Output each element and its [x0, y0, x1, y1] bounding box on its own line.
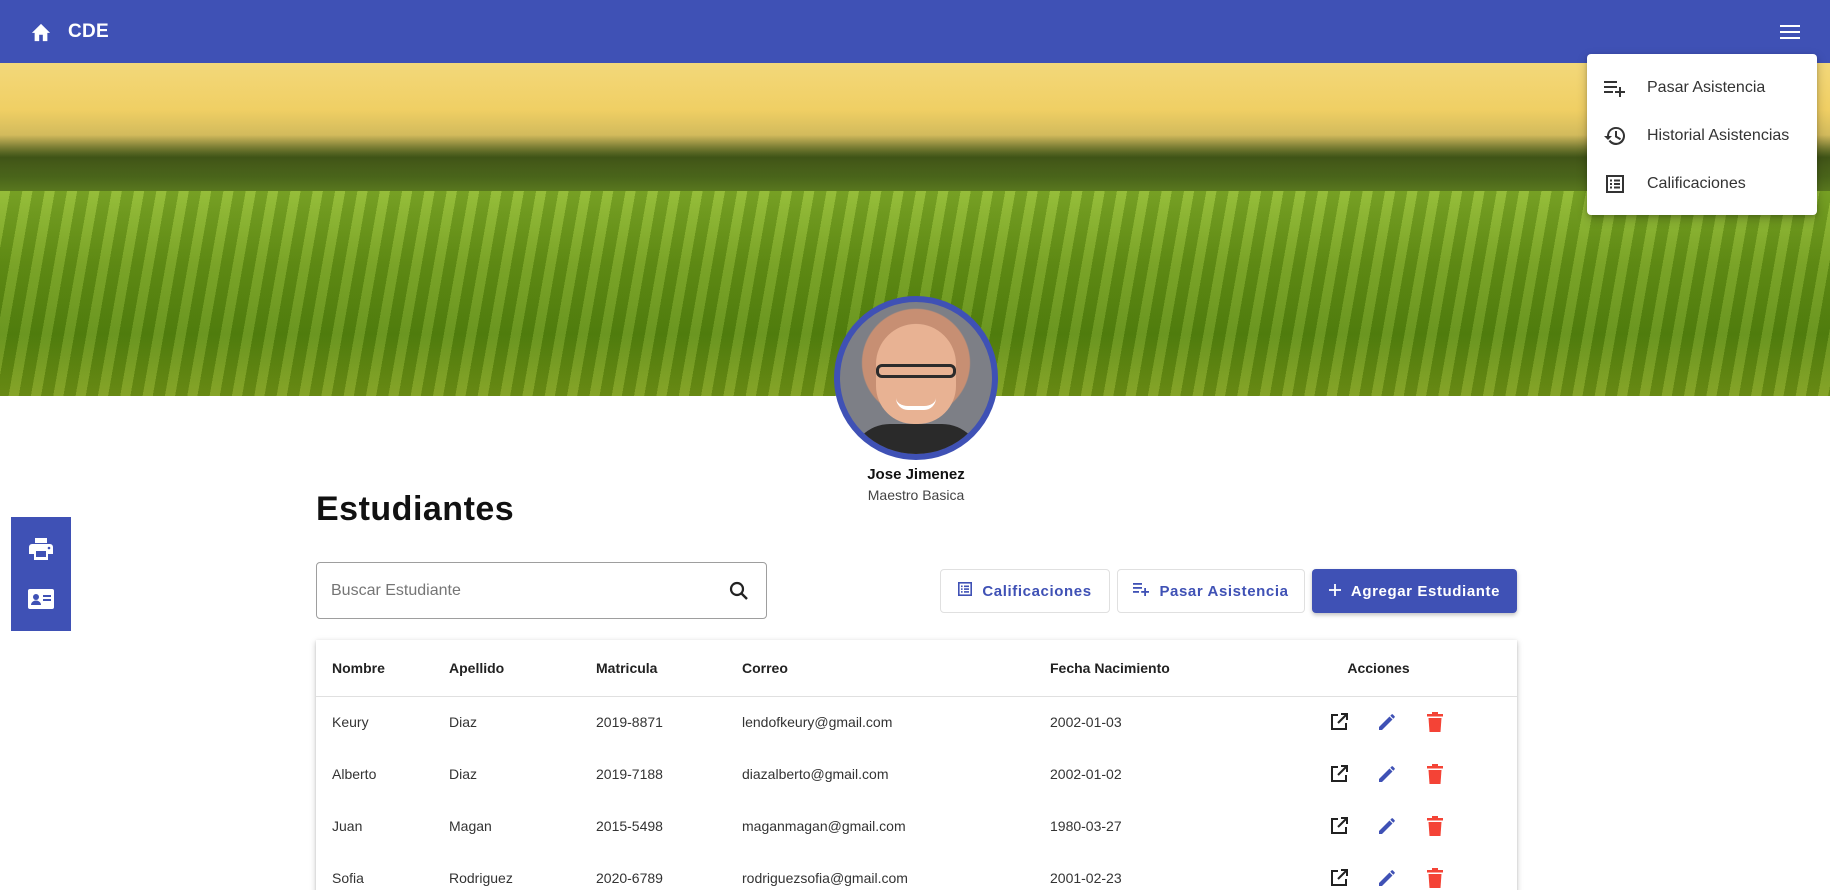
add-icon	[1328, 583, 1341, 600]
cell-nombre: Juan	[332, 818, 363, 834]
cell-correo: lendofkeury@gmail.com	[742, 714, 893, 731]
calificaciones-button[interactable]: Calificaciones	[940, 569, 1110, 613]
table-row: Keury Diaz 2019-8871 lendofkeury@gmail.c…	[316, 696, 1517, 748]
menu-icon[interactable]	[1776, 18, 1804, 46]
cell-matricula: 2019-7188	[596, 766, 663, 782]
column-header-acciones: Acciones	[1240, 640, 1517, 697]
table-header-row: Nombre Apellido Matricula Correo Fecha N…	[316, 640, 1517, 697]
history-icon	[1603, 124, 1627, 148]
open-in-new-icon[interactable]	[1325, 760, 1353, 788]
list-alt-icon	[958, 582, 973, 600]
delete-icon[interactable]	[1421, 812, 1449, 840]
menu-item-historial-asistencias[interactable]: Historial Asistencias	[1587, 112, 1817, 160]
students-table: Nombre Apellido Matricula Correo Fecha N…	[316, 640, 1517, 890]
column-header-matricula[interactable]: Matricula	[596, 640, 742, 697]
edit-icon[interactable]	[1373, 812, 1401, 840]
cell-apellido: Diaz	[449, 766, 478, 782]
menu-item-label: Pasar Asistencia	[1647, 79, 1766, 96]
cell-correo: maganmagan@gmail.com	[742, 818, 906, 834]
nav-dropdown-menu: Pasar Asistencia Historial Asistencias C…	[1587, 54, 1817, 215]
agregar-estudiante-button-label: Agregar Estudiante	[1350, 582, 1501, 600]
cell-apellido: Magan	[449, 818, 492, 834]
open-in-new-icon[interactable]	[1325, 708, 1353, 736]
search-input[interactable]	[331, 581, 726, 600]
column-header-correo[interactable]: Correo	[742, 640, 1050, 697]
cell-matricula: 2020-6789	[596, 870, 663, 886]
agregar-estudiante-button[interactable]: Agregar Estudiante	[1312, 569, 1517, 613]
list-alt-icon	[1603, 172, 1627, 196]
delete-icon[interactable]	[1421, 864, 1449, 890]
app-title[interactable]: CDE	[68, 21, 109, 43]
cell-apellido: Rodriguez	[449, 870, 513, 886]
cell-nombre: Alberto	[332, 766, 377, 782]
cell-acciones	[1240, 696, 1517, 748]
column-header-fecha-nacimiento[interactable]: Fecha Nacimiento	[1050, 640, 1240, 697]
edit-icon[interactable]	[1373, 760, 1401, 788]
cell-correo: rodriguezsofia@gmail.com	[742, 870, 908, 886]
edit-icon[interactable]	[1373, 864, 1401, 890]
profile-role: Maestro Basica	[867, 487, 965, 503]
column-header-apellido[interactable]: Apellido	[449, 640, 596, 697]
playlist-add-icon	[1133, 582, 1150, 600]
print-icon[interactable]	[23, 531, 59, 567]
hero-treeline	[0, 135, 1830, 191]
menu-item-pasar-asistencia[interactable]: Pasar Asistencia	[1587, 64, 1817, 112]
pasar-asistencia-button-label: Pasar Asistencia	[1159, 582, 1289, 600]
cell-fecha-nacimiento: 2002-01-02	[1050, 766, 1122, 782]
calificaciones-button-label: Calificaciones	[982, 582, 1092, 600]
avatar	[834, 296, 998, 460]
open-in-new-icon[interactable]	[1325, 812, 1353, 840]
playlist-add-icon	[1603, 76, 1627, 100]
search-field	[316, 562, 767, 619]
contact-card-icon[interactable]	[23, 581, 59, 617]
cell-fecha-nacimiento: 2002-01-03	[1050, 714, 1122, 731]
cell-acciones	[1240, 748, 1517, 800]
home-icon[interactable]	[28, 19, 54, 45]
search-icon[interactable]	[726, 578, 752, 604]
cell-acciones	[1240, 852, 1517, 890]
menu-item-label: Historial Asistencias	[1647, 127, 1790, 144]
cell-apellido: Diaz	[449, 714, 478, 731]
open-in-new-icon[interactable]	[1325, 864, 1353, 890]
menu-item-label: Calificaciones	[1647, 175, 1746, 192]
table-row: Juan Magan 2015-5498 maganmagan@gmail.co…	[316, 800, 1517, 852]
cell-nombre: Keury	[332, 714, 369, 731]
page-title: Estudiantes	[316, 490, 515, 528]
cell-matricula: 2019-8871	[596, 714, 663, 731]
cell-fecha-nacimiento: 2001-02-23	[1050, 870, 1122, 886]
delete-icon[interactable]	[1421, 760, 1449, 788]
cell-correo: diazalberto@gmail.com	[742, 766, 889, 782]
profile-name: Jose Jimenez	[867, 466, 965, 483]
cell-nombre: Sofia	[332, 870, 364, 886]
side-action-bar	[11, 517, 71, 631]
column-header-nombre[interactable]: Nombre	[316, 640, 449, 697]
cell-fecha-nacimiento: 1980-03-27	[1050, 818, 1122, 834]
top-toolbar: CDE	[0, 0, 1830, 63]
table-row: Alberto Diaz 2019-7188 diazalberto@gmail…	[316, 748, 1517, 800]
table-row: Sofia Rodriguez 2020-6789 rodriguezsofia…	[316, 852, 1517, 890]
pasar-asistencia-button[interactable]: Pasar Asistencia	[1117, 569, 1305, 613]
cell-matricula: 2015-5498	[596, 818, 663, 834]
edit-icon[interactable]	[1373, 708, 1401, 736]
menu-item-calificaciones[interactable]: Calificaciones	[1587, 160, 1817, 208]
cell-acciones	[1240, 800, 1517, 852]
delete-icon[interactable]	[1421, 708, 1449, 736]
